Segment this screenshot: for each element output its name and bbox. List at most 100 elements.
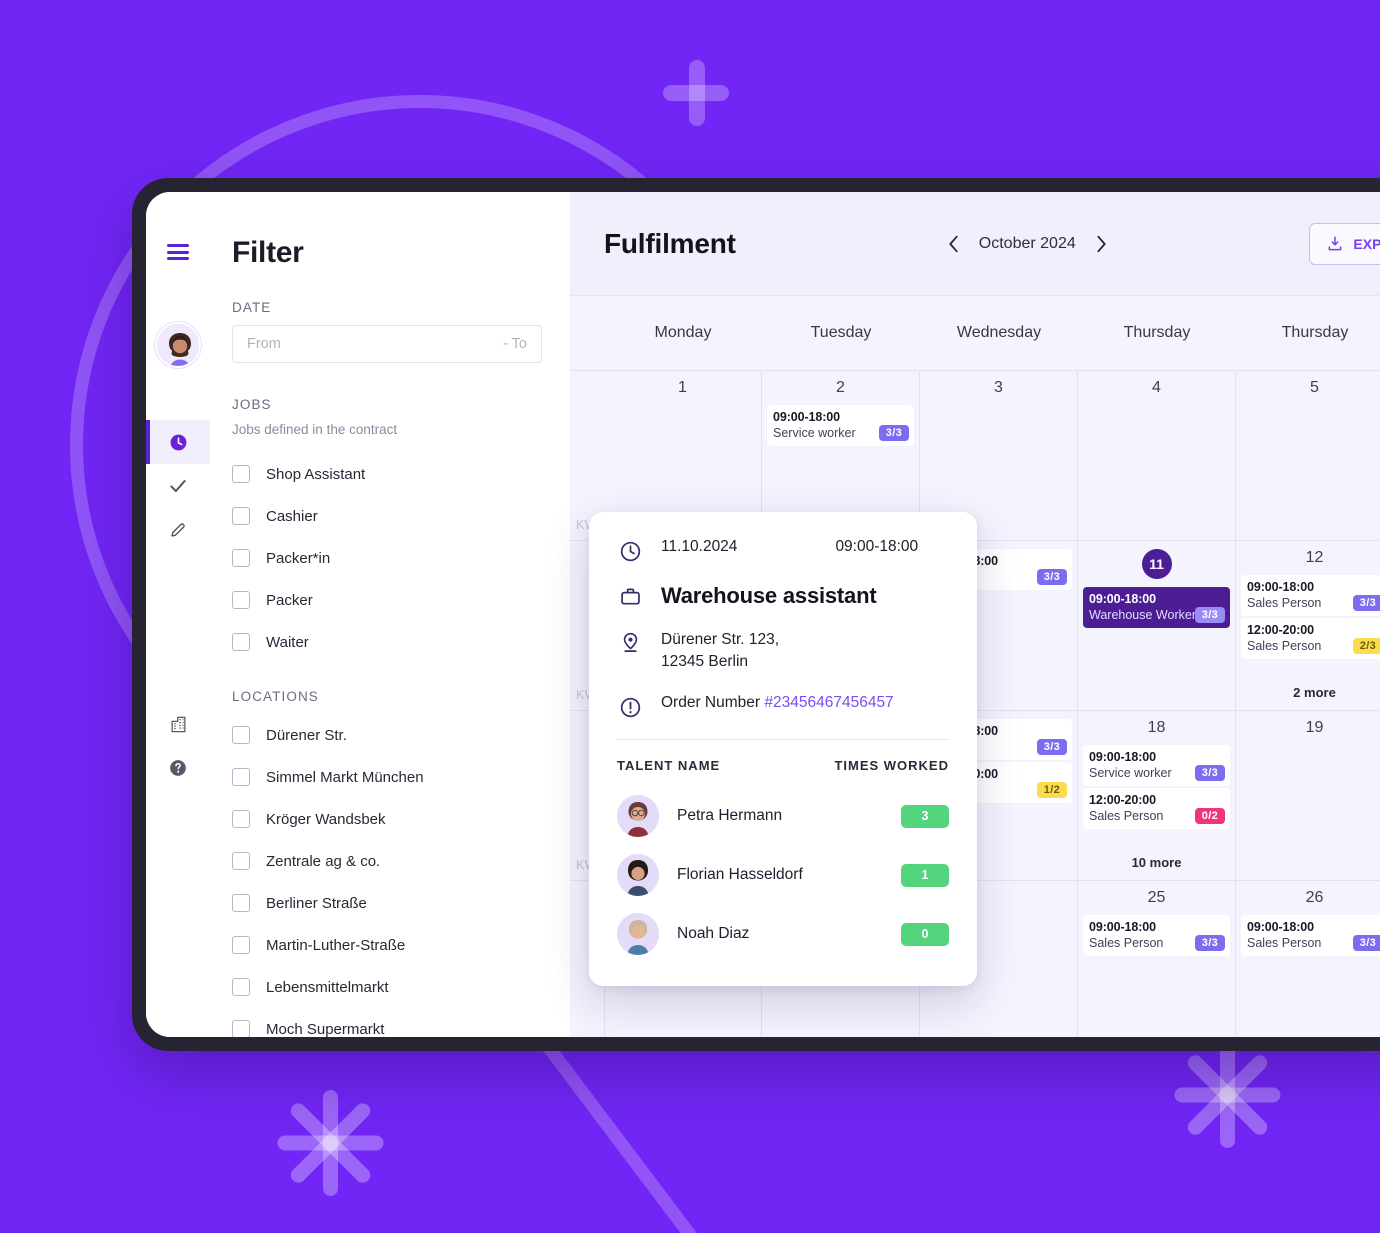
calendar-title: Fulfilment — [604, 227, 736, 259]
column-times-worked: TIMES WORKED — [834, 757, 949, 773]
current-month-label: October 2024 — [978, 234, 1076, 252]
day-number: 19 — [1305, 719, 1324, 736]
location-label: Berliner Straße — [266, 894, 367, 912]
calendar-event[interactable]: 09:00-18:00 Sales Person 3/3 — [1241, 915, 1380, 956]
location-checkbox[interactable] — [232, 810, 250, 828]
calendar-day-cell[interactable]: 4 — [1078, 371, 1236, 540]
job-label: Packer — [266, 591, 313, 609]
staffing-badge: 3/3 — [1036, 569, 1067, 585]
event-time: 09:00-18:00 — [1247, 920, 1315, 934]
calendar-day-cell[interactable]: 25 09:00-18:00 Sales Person 3/3 — [1078, 881, 1236, 1037]
location-checkbox[interactable] — [232, 852, 250, 870]
talent-name: Noah Diaz — [677, 925, 750, 943]
sidebar-item-help[interactable] — [146, 746, 210, 790]
date-range-input[interactable]: From - To — [232, 325, 542, 363]
decorative-plus-icon — [663, 60, 729, 126]
job-checkbox[interactable] — [232, 549, 250, 567]
location-checkbox[interactable] — [232, 894, 250, 912]
calendar-day-cell[interactable]: 19 — [1236, 711, 1380, 880]
location-checkbox[interactable] — [232, 978, 250, 996]
popup-order-label: Order Number — [661, 693, 765, 711]
event-time: 12:00-20:00 — [1247, 623, 1315, 637]
column-talent-name: TALENT NAME — [617, 757, 721, 773]
location-label: Zentrale ag & co. — [266, 852, 381, 870]
chevron-left-icon[interactable] — [946, 233, 961, 255]
calendar-day-cell[interactable]: 26 09:00-18:00 Sales Person 3/3 — [1236, 881, 1380, 1037]
location-checkbox[interactable] — [232, 726, 250, 744]
sidebar-item-fulfilment[interactable] — [146, 420, 210, 464]
location-checkbox[interactable] — [232, 1020, 250, 1037]
calendar-day-cell[interactable]: 5 — [1236, 371, 1380, 540]
times-worked-badge: 1 — [901, 863, 949, 887]
location-filter-row[interactable]: Martin-Luther-Straße — [232, 924, 542, 966]
calendar-day-cell[interactable]: 12 09:00-18:00 Sales Person 3/3 12:00-20:00 S… — [1236, 541, 1380, 710]
calendar-event[interactable]: 09:00-18:00 Service worker 3/3 — [1083, 745, 1230, 786]
help-circle-icon — [168, 758, 188, 778]
chevron-right-icon[interactable] — [1094, 233, 1109, 255]
location-label: Martin-Luther-Straße — [266, 936, 406, 954]
calendar-event[interactable]: 09:00-18:00 Sales Person 3/3 — [1083, 915, 1230, 956]
decorative-asterisk-icon — [275, 1088, 385, 1198]
location-filter-row[interactable]: Moch Supermarkt — [232, 1008, 542, 1037]
talent-row[interactable]: Petra Hermann 3 — [617, 787, 949, 846]
map-pin-icon — [617, 629, 643, 654]
sidebar-item-locations[interactable] — [146, 702, 210, 746]
sidebar-item-approvals[interactable] — [146, 464, 210, 508]
location-filter-row[interactable]: Berliner Straße — [232, 882, 542, 924]
calendar-day-cell[interactable]: 11 09:00-18:00 Warehouse Worker 3/3 — [1078, 541, 1236, 710]
calendar-event[interactable]: 09:00-18:00 Service worker 3/3 — [767, 405, 914, 446]
more-events-link[interactable]: 10 more — [1078, 855, 1235, 870]
job-checkbox[interactable] — [232, 465, 250, 483]
more-events-link[interactable]: 2 more — [1236, 685, 1380, 700]
location-filter-row[interactable]: Kröger Wandsbek — [232, 798, 542, 840]
decorative-asterisk-icon — [1172, 1040, 1282, 1150]
calendar-panel: Fulfilment October 2024 EXPORT Monday Tue… — [570, 192, 1380, 1037]
calendar-day-name: Wednesday — [956, 324, 1042, 341]
calendar-event[interactable]: 09:00-18:00 Sales Person 3/3 — [1241, 575, 1380, 616]
job-filter-row[interactable]: Packer*in — [232, 537, 542, 579]
calendar-day-name: Thursday — [1123, 324, 1191, 341]
popup-address-line2: 12345 Berlin — [661, 653, 749, 671]
locations-section-label: LOCATIONS — [232, 689, 319, 704]
export-button[interactable]: EXPORT — [1309, 222, 1380, 265]
talent-avatar — [617, 795, 659, 838]
clock-icon — [617, 538, 643, 563]
month-navigator: October 2024 — [946, 233, 1109, 255]
times-worked-badge: 0 — [901, 922, 949, 946]
popup-order-number: Order Number #23456467456457 — [661, 694, 894, 712]
job-filter-row[interactable]: Cashier — [232, 495, 542, 537]
calendar-event[interactable]: 09:00-18:00 Warehouse Worker 3/3 — [1083, 587, 1230, 628]
location-label: Simmel Markt München — [266, 768, 424, 786]
day-number: 3 — [994, 379, 1003, 396]
popup-address-row: Dürener Str. 123, 12345 Berlin — [617, 629, 949, 674]
staffing-badge: 3/3 — [1352, 935, 1380, 951]
location-filter-row[interactable]: Zentrale ag & co. — [232, 840, 542, 882]
job-checkbox[interactable] — [232, 633, 250, 651]
job-checkbox[interactable] — [232, 591, 250, 609]
job-filter-row[interactable]: Packer — [232, 579, 542, 621]
avatar[interactable] — [155, 322, 201, 368]
location-checkbox[interactable] — [232, 936, 250, 954]
calendar-day-cell[interactable]: 18 09:00-18:00 Service worker 3/3 12:00-20:0… — [1078, 711, 1236, 880]
staffing-badge: 3/3 — [1036, 739, 1067, 755]
popup-order-value[interactable]: #23456467456457 — [764, 694, 893, 711]
talent-row[interactable]: Noah Diaz 0 — [617, 905, 949, 964]
calendar-event[interactable]: 12:00-20:00 Sales Person 2/3 — [1241, 618, 1380, 659]
talent-row[interactable]: Florian Hasseldorf 1 — [617, 846, 949, 905]
job-filter-row[interactable]: Shop Assistant — [232, 453, 542, 495]
location-label: Moch Supermarkt — [266, 1020, 385, 1038]
job-filter-row[interactable]: Waiter — [232, 621, 542, 663]
day-number: 1 — [678, 379, 687, 396]
location-filter-row[interactable]: Lebensmittelmarkt — [232, 966, 542, 1008]
hamburger-menu-icon[interactable] — [167, 244, 189, 260]
location-filter-row[interactable]: Simmel Markt München — [232, 756, 542, 798]
talent-avatar — [617, 854, 659, 897]
location-filter-row[interactable]: Dürener Str. — [232, 714, 542, 756]
job-label: Shop Assistant — [266, 465, 366, 483]
sidebar-item-edit[interactable] — [146, 508, 210, 552]
calendar-event[interactable]: 12:00-20:00 Sales Person 0/2 — [1083, 788, 1230, 829]
day-number: 5 — [1310, 379, 1319, 396]
briefcase-icon — [617, 583, 643, 608]
job-checkbox[interactable] — [232, 507, 250, 525]
location-checkbox[interactable] — [232, 768, 250, 786]
